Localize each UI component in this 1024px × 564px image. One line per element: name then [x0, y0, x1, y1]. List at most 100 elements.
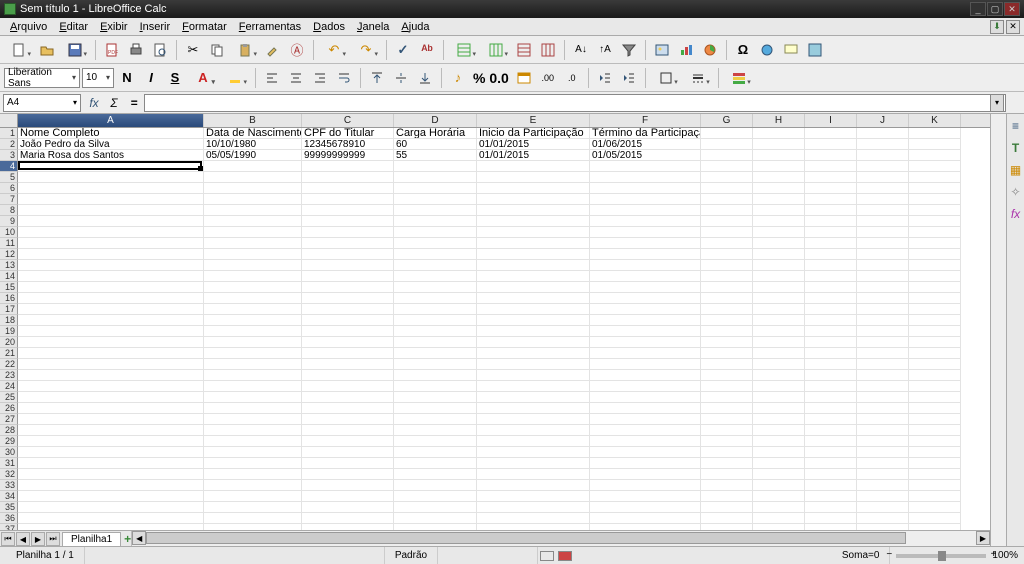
- cell[interactable]: [701, 139, 753, 150]
- cell[interactable]: [302, 183, 394, 194]
- cell[interactable]: [477, 381, 590, 392]
- cell[interactable]: [753, 260, 805, 271]
- row-header[interactable]: 3: [0, 150, 18, 161]
- cell[interactable]: [590, 524, 701, 530]
- row-header[interactable]: 11: [0, 238, 18, 249]
- cell[interactable]: [204, 293, 302, 304]
- special-char-button[interactable]: Ω: [732, 39, 754, 61]
- cell[interactable]: [477, 436, 590, 447]
- selection-mode-icon[interactable]: [558, 551, 572, 561]
- grid-body[interactable]: 1Nome CompletoData de NascimentoCPF do T…: [0, 128, 990, 530]
- cell[interactable]: [18, 359, 204, 370]
- cell[interactable]: [590, 337, 701, 348]
- row-header[interactable]: 23: [0, 370, 18, 381]
- cell[interactable]: [302, 271, 394, 282]
- row-header[interactable]: 8: [0, 205, 18, 216]
- sidebar-properties-icon[interactable]: ≡: [1008, 118, 1024, 134]
- row-header[interactable]: 20: [0, 337, 18, 348]
- cell[interactable]: [18, 293, 204, 304]
- cell[interactable]: [590, 205, 701, 216]
- column-header-I[interactable]: I: [805, 114, 857, 127]
- update-icon[interactable]: ⬇: [990, 20, 1004, 34]
- cell[interactable]: [302, 370, 394, 381]
- row-header[interactable]: 7: [0, 194, 18, 205]
- cell[interactable]: [477, 238, 590, 249]
- cell[interactable]: [909, 381, 961, 392]
- row-header[interactable]: 36: [0, 513, 18, 524]
- cell[interactable]: [805, 161, 857, 172]
- cell[interactable]: [857, 315, 909, 326]
- horizontal-scrollbar[interactable]: ◀ ▶: [131, 531, 990, 546]
- cell[interactable]: [857, 205, 909, 216]
- column-header-G[interactable]: G: [701, 114, 753, 127]
- cell[interactable]: [302, 227, 394, 238]
- cell[interactable]: [18, 205, 204, 216]
- cell[interactable]: [857, 480, 909, 491]
- cell[interactable]: [590, 348, 701, 359]
- cell[interactable]: [753, 348, 805, 359]
- pivot-button[interactable]: [699, 39, 721, 61]
- row-header[interactable]: 34: [0, 491, 18, 502]
- cell[interactable]: [394, 502, 477, 513]
- row-header[interactable]: 15: [0, 282, 18, 293]
- highlight-color-button[interactable]: [220, 67, 250, 89]
- cell[interactable]: [394, 436, 477, 447]
- cell[interactable]: [909, 194, 961, 205]
- save-button[interactable]: [60, 39, 90, 61]
- remove-decimal-button[interactable]: .0: [561, 67, 583, 89]
- cell[interactable]: Carga Horária: [394, 128, 477, 139]
- cell[interactable]: [909, 293, 961, 304]
- autofilter-button[interactable]: [618, 39, 640, 61]
- menu-janela[interactable]: Janela: [351, 21, 395, 33]
- column-header-A[interactable]: A: [18, 114, 204, 127]
- percent-format-button[interactable]: % 0.0: [471, 70, 511, 86]
- cell[interactable]: [18, 216, 204, 227]
- cell[interactable]: [753, 469, 805, 480]
- comment-button[interactable]: [780, 39, 802, 61]
- sort-asc-button[interactable]: A↓: [570, 39, 592, 61]
- cell[interactable]: [701, 326, 753, 337]
- row-header[interactable]: 35: [0, 502, 18, 513]
- cell[interactable]: [701, 436, 753, 447]
- cell[interactable]: João Pedro da Silva: [18, 139, 204, 150]
- cell[interactable]: [701, 249, 753, 260]
- column-header-H[interactable]: H: [753, 114, 805, 127]
- row-header[interactable]: 10: [0, 227, 18, 238]
- cell[interactable]: [477, 414, 590, 425]
- cell[interactable]: 60: [394, 139, 477, 150]
- cell[interactable]: [753, 414, 805, 425]
- cell[interactable]: [805, 359, 857, 370]
- cell[interactable]: 99999999999: [302, 150, 394, 161]
- cell[interactable]: [753, 524, 805, 530]
- cell[interactable]: [701, 458, 753, 469]
- row-header[interactable]: 12: [0, 249, 18, 260]
- cell[interactable]: [753, 403, 805, 414]
- cell[interactable]: [805, 260, 857, 271]
- row-header[interactable]: 24: [0, 381, 18, 392]
- open-button[interactable]: [36, 39, 58, 61]
- cell[interactable]: [857, 139, 909, 150]
- cell[interactable]: [701, 260, 753, 271]
- cell[interactable]: [909, 348, 961, 359]
- zoom-slider[interactable]: − +: [896, 554, 986, 558]
- border-style-button[interactable]: [683, 67, 713, 89]
- cell[interactable]: [590, 161, 701, 172]
- cell[interactable]: [753, 447, 805, 458]
- row-header[interactable]: 25: [0, 392, 18, 403]
- cell[interactable]: [590, 359, 701, 370]
- cell[interactable]: [590, 480, 701, 491]
- cell[interactable]: [477, 370, 590, 381]
- cell[interactable]: [204, 381, 302, 392]
- cell[interactable]: [909, 480, 961, 491]
- cell[interactable]: [701, 161, 753, 172]
- font-size-select[interactable]: 10▾: [82, 68, 114, 88]
- tab-next-button[interactable]: ▶: [31, 532, 45, 546]
- menu-editar[interactable]: Editar: [53, 21, 94, 33]
- cell[interactable]: [477, 271, 590, 282]
- cell[interactable]: [701, 502, 753, 513]
- cell[interactable]: [857, 293, 909, 304]
- cell[interactable]: [18, 524, 204, 530]
- cell[interactable]: [18, 513, 204, 524]
- cell[interactable]: [204, 447, 302, 458]
- cell[interactable]: [909, 337, 961, 348]
